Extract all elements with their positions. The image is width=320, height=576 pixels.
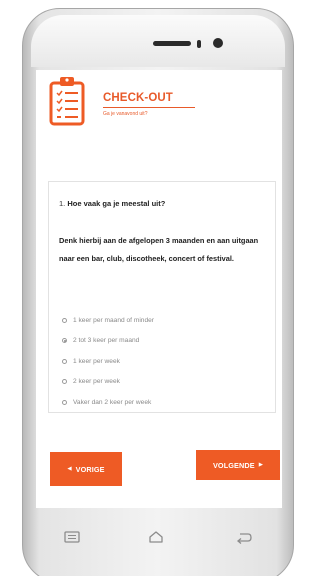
radio-button[interactable] <box>62 358 67 364</box>
previous-button-label: VORIGE <box>75 464 105 474</box>
title-underline <box>103 107 195 108</box>
page-title: CHECK-OUT <box>103 92 173 104</box>
back-icon[interactable] <box>232 528 256 546</box>
clipboard-checklist-icon <box>49 77 85 126</box>
radio-button[interactable] <box>62 317 67 323</box>
next-button[interactable]: VOLGENDE ▶ <box>196 450 280 480</box>
answer-option[interactable]: 1 keer per maand of minder <box>62 310 272 331</box>
question-description: Denk hierbij aan de afgelopen 3 maanden … <box>59 236 259 263</box>
android-navbar <box>36 520 282 554</box>
answer-option[interactable]: 2 keer per week <box>62 372 272 393</box>
app-screen: CHECK-OUT Ga je vanavond uit? 1. Hoe vaa… <box>36 70 282 508</box>
next-button-label: VOLGENDE <box>212 460 255 470</box>
left-triangle-icon: ◀ <box>67 466 72 472</box>
recent-apps-icon[interactable] <box>60 528 84 546</box>
home-icon[interactable] <box>144 528 168 546</box>
answer-option[interactable]: 1 keer per week <box>62 351 272 372</box>
answer-option-label: 2 tot 3 keer per maand <box>73 337 140 345</box>
speaker-grille <box>153 41 191 46</box>
front-camera <box>213 38 223 48</box>
question-heading: 1. Hoe vaak ga je meestal uit? <box>59 199 165 208</box>
radio-button[interactable] <box>62 399 67 405</box>
right-triangle-icon: ▶ <box>258 462 264 468</box>
answer-option-label: Vaker dan 2 keer per week <box>73 398 152 406</box>
page-subtitle: Ga je vanavond uit? <box>103 111 148 117</box>
answer-options: 1 keer per maand of minder 2 tot 3 keer … <box>62 310 272 413</box>
answer-option-label: 1 keer per maand of minder <box>73 316 154 324</box>
question-text: Hoe vaak ga je meestal uit? <box>67 199 166 208</box>
answer-option[interactable]: Vaker dan 2 keer per week <box>62 392 272 413</box>
question-card: 1. Hoe vaak ga je meestal uit? Denk hier… <box>48 181 276 413</box>
previous-button[interactable]: ◀ VORIGE <box>50 452 122 486</box>
phone-top-bezel <box>31 15 285 67</box>
question-number: 1. <box>59 199 66 208</box>
app-header: CHECK-OUT Ga je vanavond uit? <box>36 70 282 148</box>
radio-button[interactable] <box>62 379 67 385</box>
sensor <box>197 40 201 48</box>
answer-option[interactable]: 2 tot 3 keer per maand <box>62 331 272 352</box>
answer-option-label: 2 keer per week <box>73 378 120 386</box>
answer-option-label: 1 keer per week <box>73 357 120 365</box>
radio-button[interactable] <box>62 338 67 344</box>
